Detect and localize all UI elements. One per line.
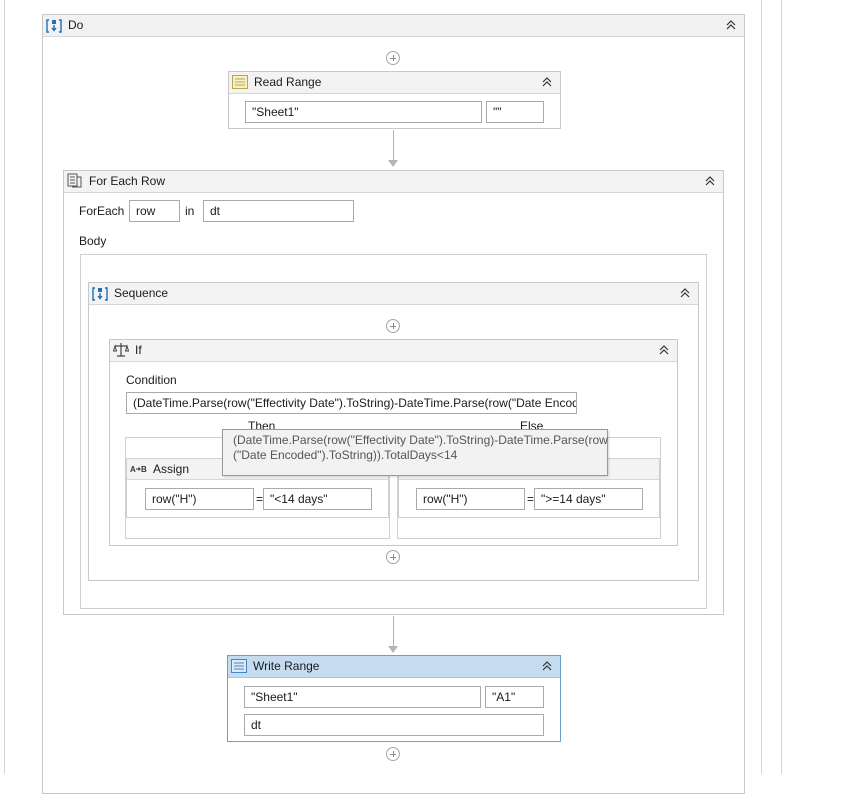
- assign-else-equals: =: [527, 492, 535, 506]
- collapse-icon[interactable]: [724, 18, 738, 32]
- for-each-row-header[interactable]: For Each Row: [64, 171, 723, 193]
- collapse-icon[interactable]: [540, 75, 554, 89]
- write-range-range-input[interactable]: "A1": [485, 686, 544, 708]
- if-title: If: [135, 343, 142, 357]
- collapse-icon[interactable]: [657, 343, 671, 357]
- foreach-collection-input[interactable]: dt: [203, 200, 354, 222]
- collapse-icon[interactable]: [703, 174, 717, 188]
- read-range-sheet-input[interactable]: "Sheet1": [245, 101, 482, 123]
- flow-connector: [393, 130, 394, 160]
- svg-text:A: A: [130, 465, 136, 474]
- assign-then-equals: =: [256, 492, 264, 506]
- add-activity-icon[interactable]: [386, 550, 400, 564]
- write-range-header[interactable]: Write Range: [228, 656, 560, 678]
- if-icon: [113, 343, 129, 357]
- canvas-scroll-edge: [781, 0, 782, 774]
- assign-then-value-input[interactable]: "<14 days": [263, 488, 372, 510]
- assign-title: Assign: [153, 462, 190, 476]
- flow-connector: [393, 616, 394, 646]
- sequence-header[interactable]: Sequence: [89, 283, 698, 305]
- condition-label: Condition: [126, 373, 177, 387]
- add-activity-icon[interactable]: [386, 747, 400, 761]
- write-range-activity[interactable]: Write Range "Sheet1" "A1" dt: [227, 655, 561, 742]
- read-range-title: Read Range: [254, 75, 322, 89]
- read-range-header[interactable]: Read Range: [229, 72, 560, 94]
- write-range-icon: [231, 659, 247, 673]
- assign-icon: A B: [130, 465, 147, 474]
- write-range-datatable-input[interactable]: dt: [244, 714, 544, 736]
- tooltip-line-2: ("Date Encoded").ToString)).TotalDays<14: [233, 448, 458, 462]
- condition-input[interactable]: (DateTime.Parse(row("Effectivity Date").…: [126, 392, 577, 414]
- collapse-icon[interactable]: [678, 286, 692, 300]
- collapse-icon[interactable]: [540, 659, 554, 673]
- sequence-title: Sequence: [114, 286, 169, 300]
- sequence-icon: [46, 19, 62, 33]
- svg-text:B: B: [141, 465, 147, 474]
- for-each-row-icon: [67, 173, 82, 188]
- write-range-sheet-input[interactable]: "Sheet1": [244, 686, 481, 708]
- assign-then-to-input[interactable]: row("H"): [145, 488, 254, 510]
- for-each-row-title: For Each Row: [89, 174, 166, 188]
- foreach-item-input[interactable]: row: [129, 200, 180, 222]
- assign-else-to-input[interactable]: row("H"): [416, 488, 525, 510]
- read-range-icon: [232, 75, 248, 89]
- read-range-activity[interactable]: Read Range "Sheet1" "": [228, 71, 561, 129]
- canvas-right-edge: [761, 0, 762, 774]
- do-title: Do: [68, 18, 84, 32]
- in-label: in: [185, 204, 195, 218]
- add-activity-icon[interactable]: [386, 51, 400, 65]
- flow-arrow-icon: [388, 646, 398, 653]
- assign-else-value-input[interactable]: ">=14 days": [534, 488, 643, 510]
- flow-arrow-icon: [388, 160, 398, 167]
- body-label: Body: [79, 234, 107, 248]
- sequence-icon: [92, 287, 108, 301]
- if-header[interactable]: If: [110, 340, 677, 362]
- tooltip-line-1: (DateTime.Parse(row("Effectivity Date").…: [233, 433, 608, 447]
- do-header[interactable]: Do: [43, 15, 744, 37]
- read-range-range-input[interactable]: "": [486, 101, 544, 123]
- foreach-label: ForEach: [79, 204, 125, 218]
- add-activity-icon[interactable]: [386, 319, 400, 333]
- condition-tooltip: (DateTime.Parse(row("Effectivity Date").…: [222, 429, 608, 476]
- write-range-title: Write Range: [253, 659, 320, 673]
- canvas-left-edge: [4, 0, 5, 774]
